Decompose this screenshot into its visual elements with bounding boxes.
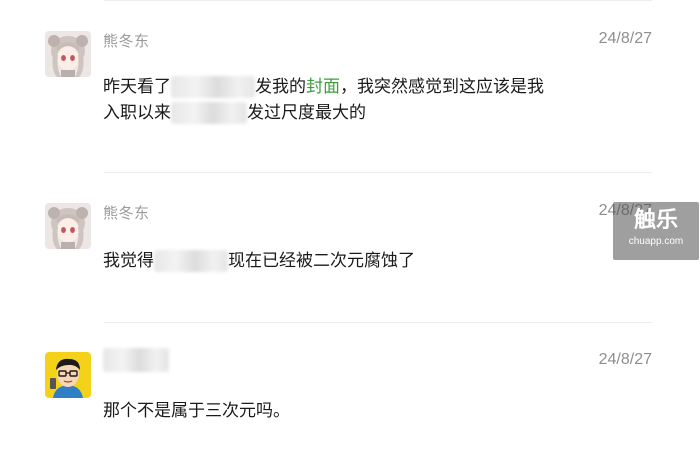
- comment-line-2: 入职以来 发过尺度最大的: [103, 100, 544, 126]
- comment-date: 24/8/27: [598, 30, 652, 47]
- comment-text: 昨天看了 发我的封面，我突然感觉到这应该是我 入职以来 发过尺度最大的: [103, 74, 544, 126]
- watermark-url: chuapp.com: [628, 236, 684, 247]
- comment-item-3: 24/8/27 那个不是属于三次元吗。: [0, 322, 700, 461]
- avatar-cartoon-man[interactable]: [45, 352, 91, 398]
- comment-text: 那个不是属于三次元吗。: [103, 401, 290, 421]
- anime-girl-avatar-icon: [45, 203, 91, 249]
- text-segment: 发我的: [255, 77, 306, 97]
- redacted-name: [171, 102, 247, 124]
- cartoon-man-avatar-icon: [45, 352, 91, 398]
- comment-line-1: 昨天看了 发我的封面，我突然感觉到这应该是我: [103, 74, 544, 100]
- commenter-name[interactable]: 熊冬东: [103, 30, 150, 51]
- redacted-name: [103, 348, 169, 372]
- text-segment: 现在已经被二次元腐蚀了: [228, 251, 415, 271]
- watermark-logo-text: 触乐: [633, 208, 678, 233]
- text-segment: 昨天看了: [103, 77, 171, 97]
- text-segment: ，我突然感觉到这应该是我: [340, 77, 544, 97]
- comment-item-1: 熊冬东 24/8/27 昨天看了 发我的封面，我突然感觉到这应该是我 入职以来 发过…: [0, 0, 700, 172]
- text-segment: 发过尺度最大的: [247, 103, 366, 123]
- commenter-name[interactable]: 熊冬东: [103, 202, 150, 223]
- highlight-word: 封面: [306, 77, 340, 97]
- avatar-anime-girl[interactable]: [45, 31, 91, 77]
- avatar-anime-girl[interactable]: [45, 203, 91, 249]
- comment-date: 24/8/27: [598, 351, 652, 368]
- commenter-name-redacted[interactable]: [103, 348, 169, 372]
- text-segment: 入职以来: [103, 103, 171, 123]
- redacted-name: [154, 250, 228, 272]
- text-segment: 我觉得: [103, 251, 154, 271]
- chuapp-watermark: 触乐 chuapp.com: [613, 202, 699, 260]
- comment-item-2: 熊冬东 24/8/27 我觉得现在已经被二次元腐蚀了: [0, 172, 700, 322]
- redacted-name: [171, 76, 255, 98]
- anime-girl-avatar-icon: [45, 31, 91, 77]
- comment-text: 我觉得 现在已经被二次元腐蚀了: [103, 248, 415, 274]
